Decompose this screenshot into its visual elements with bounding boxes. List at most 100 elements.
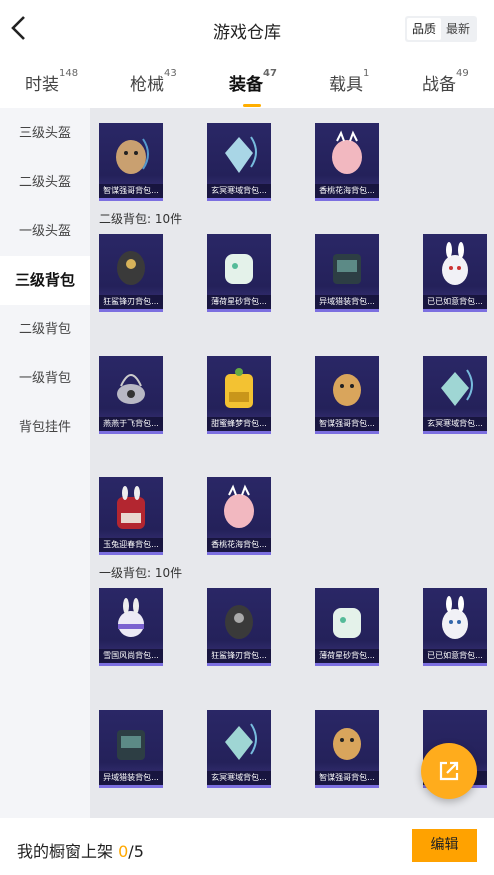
item-card[interactable]: 玄冥寒域背包... <box>423 356 487 434</box>
share-out-icon <box>439 761 459 781</box>
tab-vehicles[interactable]: 载具1 <box>329 68 370 95</box>
top-bar: 游戏仓库 品质 最新 <box>0 0 494 58</box>
active-tab-indicator <box>243 104 261 107</box>
tab-fashion[interactable]: 时装148 <box>25 68 79 95</box>
share-fab-button[interactable] <box>421 743 477 799</box>
showcase-total: /5 <box>128 842 144 861</box>
showcase-label: 我的橱窗上架 <box>17 842 114 861</box>
item-name: 已已如意背包... <box>423 295 487 309</box>
item-card[interactable]: 异域猎装背包... <box>99 710 163 788</box>
sidebar-item-helmet-2[interactable]: 二级头盔 <box>0 158 90 207</box>
backpack-thumbnail <box>333 728 361 760</box>
item-name: 燕燕于飞背包... <box>99 417 163 431</box>
tab-gear[interactable]: 战备49 <box>422 68 469 95</box>
backpack-thumbnail <box>441 369 473 406</box>
backpack-thumbnail <box>224 484 254 528</box>
tab-label: 装备 <box>229 75 263 95</box>
item-name: 甜蜜蜂梦背包... <box>207 417 271 431</box>
item-card[interactable]: 燕燕于飞背包... <box>99 356 163 434</box>
tab-count: 49 <box>456 68 469 79</box>
backpack-thumbnail <box>225 605 253 639</box>
item-name: 香桃花海背包... <box>315 184 379 198</box>
backpack-thumbnail <box>333 254 361 284</box>
tab-count: 47 <box>263 68 277 79</box>
sort-latest-button[interactable]: 最新 <box>441 18 475 40</box>
item-card[interactable]: 狂鲨锋刃背包... <box>207 588 271 666</box>
section-header-level2: 二级背包: 10件 <box>99 212 183 226</box>
tab-label: 枪械 <box>130 75 164 95</box>
item-card[interactable]: 香桃花海背包... <box>315 123 379 201</box>
item-card[interactable]: 智谋强哥背包... <box>99 123 163 201</box>
item-name: 异域猎装背包... <box>315 295 379 309</box>
tab-equipment[interactable]: 装备47 <box>229 68 277 107</box>
item-name: 玄冥寒域背包... <box>207 184 271 198</box>
bottom-bar: 我的橱窗上架 0/5 编辑 <box>0 818 494 875</box>
sidebar-item-backpack-pendant[interactable]: 背包挂件 <box>0 403 90 452</box>
backpack-thumbnail <box>225 723 257 760</box>
item-card[interactable]: 玉兔迎春背包... <box>99 477 163 555</box>
item-card[interactable]: 薄荷星砂背包... <box>315 588 379 666</box>
backpack-thumbnail <box>225 254 253 284</box>
backpack-thumbnail <box>117 486 145 529</box>
item-card[interactable]: 智谋强哥背包... <box>315 356 379 434</box>
tab-count: 1 <box>363 68 370 79</box>
backpack-thumbnail <box>225 136 257 173</box>
item-name: 薄荷星砂背包... <box>315 649 379 663</box>
backpack-thumbnail <box>333 608 361 638</box>
item-name: 狂鲨锋刃背包... <box>99 295 163 309</box>
backpack-thumbnail <box>118 598 144 637</box>
item-card[interactable]: 雪国风尚背包... <box>99 588 163 666</box>
item-card[interactable]: 薄荷星砂背包... <box>207 234 271 312</box>
tab-label: 载具 <box>329 75 363 95</box>
item-name: 雪国风尚背包... <box>99 649 163 663</box>
sidebar-item-backpack-2[interactable]: 二级背包 <box>0 305 90 354</box>
edit-button[interactable]: 编辑 <box>412 829 477 862</box>
backpack-thumbnail <box>116 138 149 174</box>
item-card[interactable]: 玄冥寒域背包... <box>207 123 271 201</box>
subcategory-sidebar: 三级头盔 二级头盔 一级头盔 三级背包 二级背包 一级背包 背包挂件 <box>0 108 90 818</box>
tab-count: 148 <box>59 68 79 79</box>
item-name: 香桃花海背包... <box>207 538 271 552</box>
item-card[interactable]: 狂鲨锋刃背包... <box>99 234 163 312</box>
sidebar-item-helmet-1[interactable]: 一级头盔 <box>0 207 90 256</box>
backpack-thumbnail <box>117 374 145 404</box>
section-header-level1: 一级背包: 10件 <box>99 566 183 580</box>
backpack-thumbnail <box>333 374 361 406</box>
backpack-thumbnail <box>117 730 145 760</box>
item-card[interactable]: 香桃花海背包... <box>207 477 271 555</box>
backpack-thumbnail <box>442 242 468 285</box>
item-card[interactable]: 已已如意背包... <box>423 234 487 312</box>
item-name: 智谋强哥背包... <box>99 184 163 198</box>
item-card[interactable]: 异域猎装背包... <box>315 234 379 312</box>
item-name: 玄冥寒域背包... <box>207 771 271 785</box>
item-card[interactable]: 已已如意背包... <box>423 588 487 666</box>
backpack-thumbnail <box>117 251 145 285</box>
item-card[interactable]: 玄冥寒域背包... <box>207 710 271 788</box>
item-name: 智谋强哥背包... <box>315 417 379 431</box>
tab-label: 战备 <box>422 75 456 95</box>
item-name: 玉兔迎春背包... <box>99 538 163 552</box>
backpack-thumbnail <box>225 368 253 408</box>
sidebar-item-helmet-3[interactable]: 三级头盔 <box>0 109 90 158</box>
item-name: 玄冥寒域背包... <box>423 417 487 431</box>
item-name: 异域猎装背包... <box>99 771 163 785</box>
showcase-count: 0 <box>118 842 129 861</box>
sidebar-item-backpack-1[interactable]: 一级背包 <box>0 354 90 403</box>
backpack-thumbnail <box>332 130 362 174</box>
tab-count: 43 <box>164 68 177 79</box>
tab-label: 时装 <box>25 75 59 95</box>
sidebar-item-backpack-3[interactable]: 三级背包 <box>0 256 90 305</box>
item-card[interactable]: 甜蜜蜂梦背包... <box>207 356 271 434</box>
item-name: 狂鲨锋刃背包... <box>207 649 271 663</box>
sort-quality-button[interactable]: 品质 <box>407 18 442 40</box>
item-name: 已已如意背包... <box>423 649 487 663</box>
sort-toggle: 品质 最新 <box>405 16 478 42</box>
item-name: 智谋强哥背包... <box>315 771 379 785</box>
category-tabs: 时装148 枪械43 装备47 载具1 战备49 <box>0 60 494 107</box>
item-card[interactable]: 智谋强哥背包... <box>315 710 379 788</box>
item-name: 薄荷星砂背包... <box>207 295 271 309</box>
item-grid: 智谋强哥背包... 玄冥寒域背包... 香桃花海背包... 二级背包: 10件 … <box>90 108 494 818</box>
showcase-status: 我的橱窗上架 0/5 <box>17 838 144 862</box>
backpack-thumbnail <box>442 596 468 639</box>
tab-firearms[interactable]: 枪械43 <box>130 68 177 95</box>
